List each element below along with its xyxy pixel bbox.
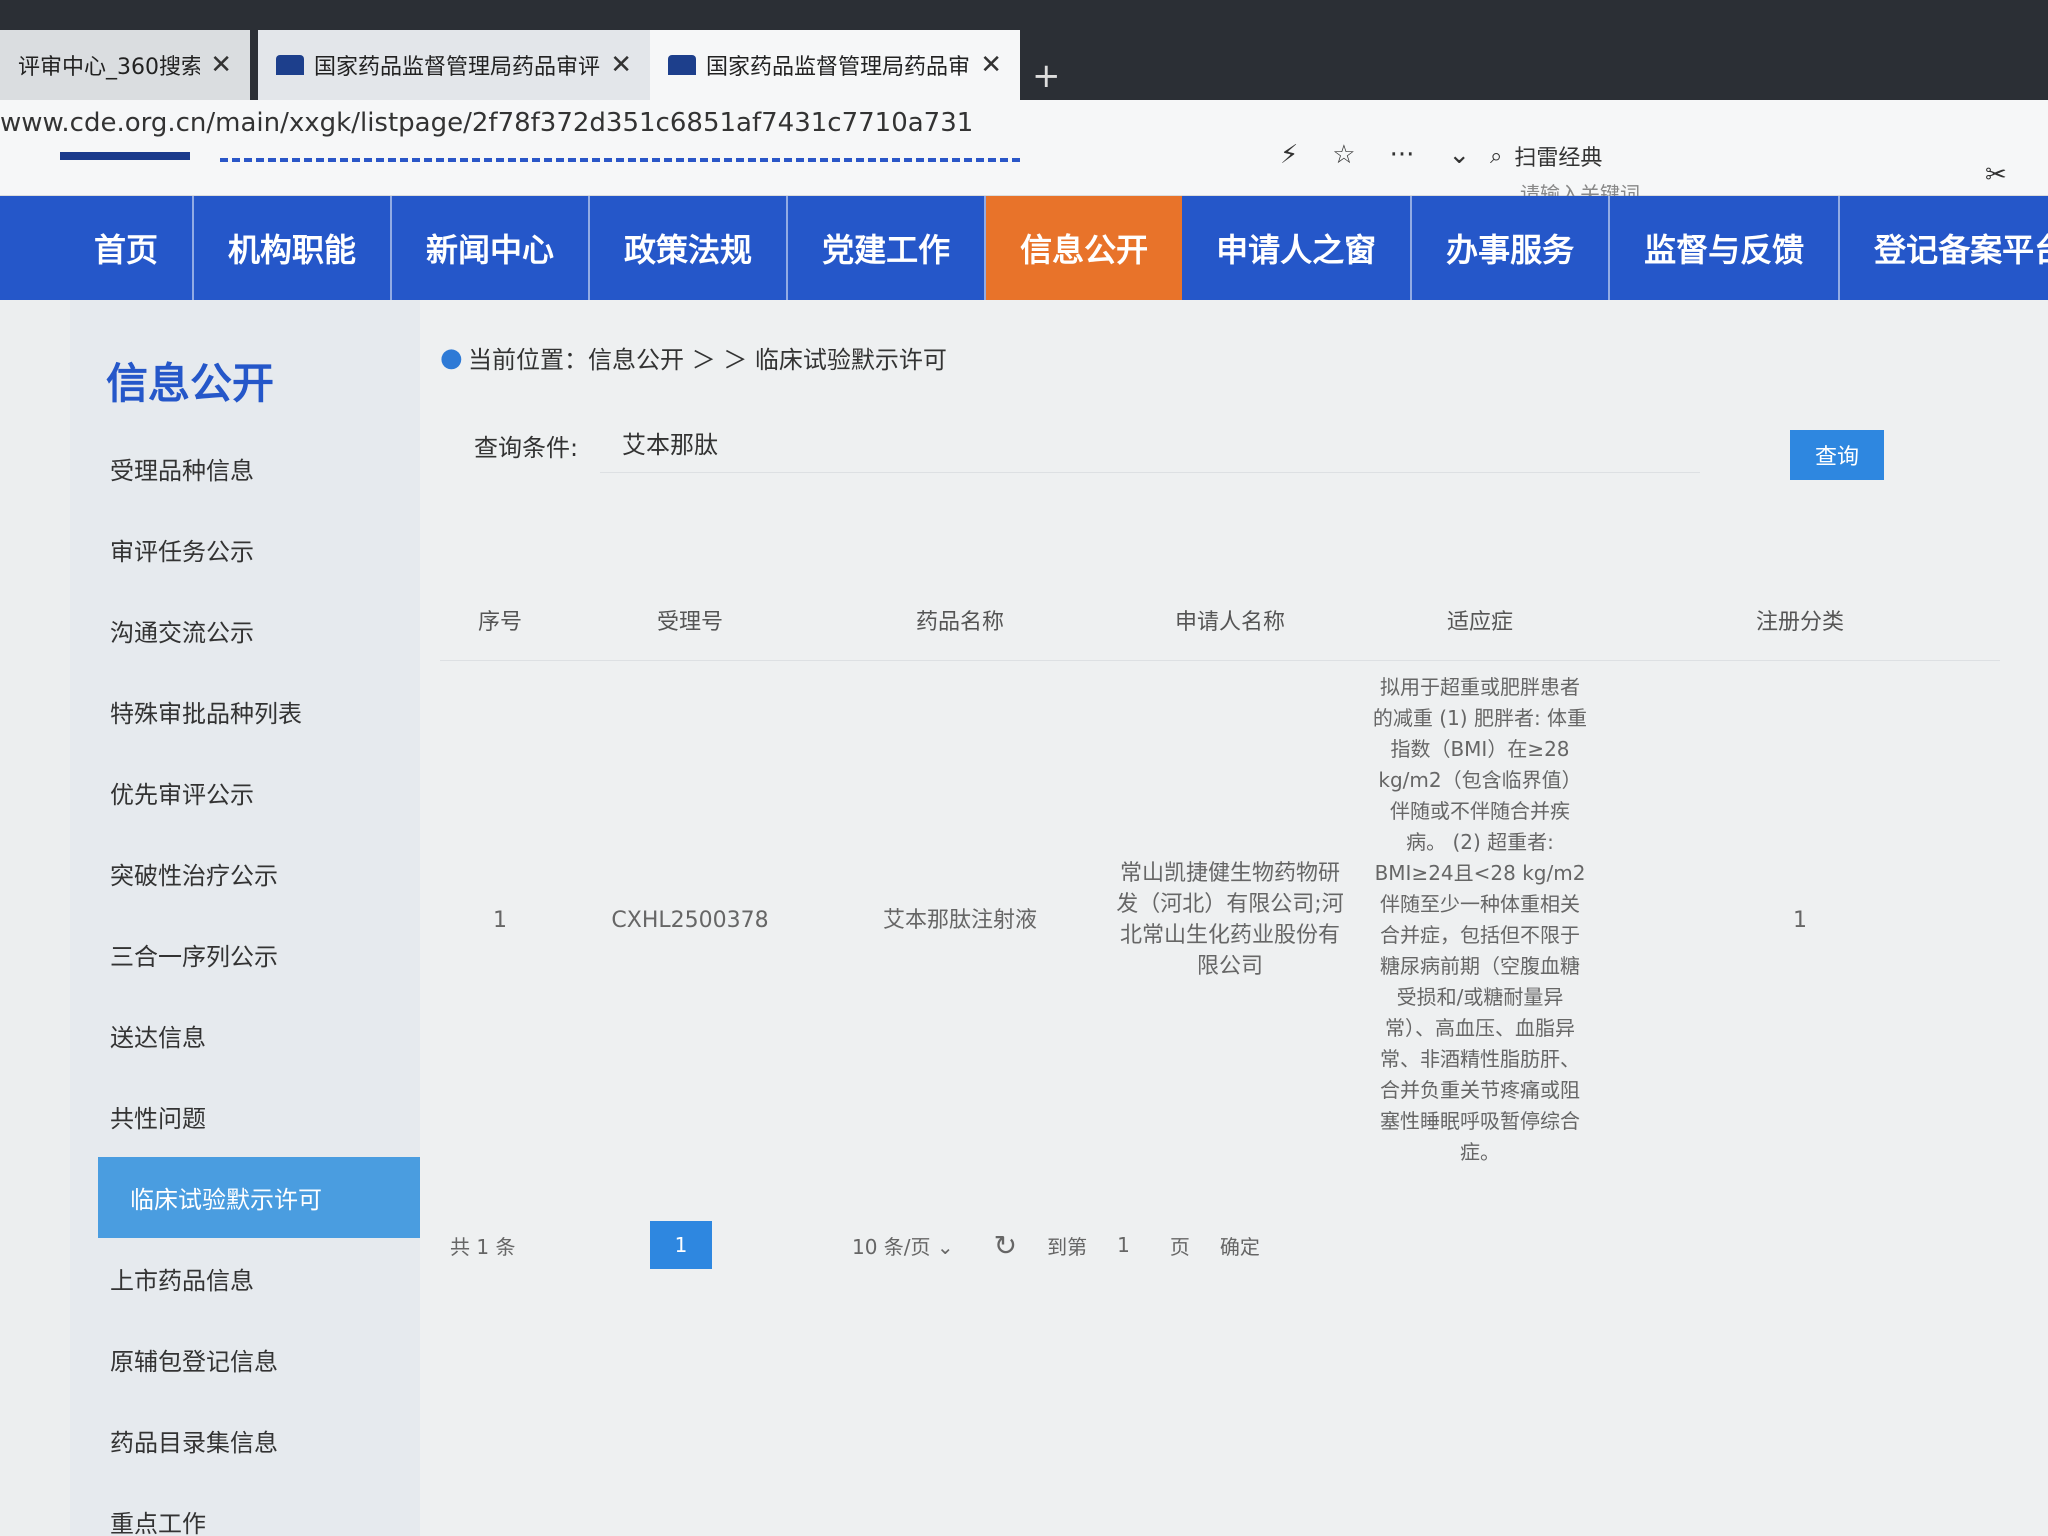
refresh-icon[interactable]: ↻: [994, 1229, 1017, 1262]
page-size-value: 10 条/页: [852, 1234, 931, 1259]
nav-feedback[interactable]: 监督与反馈: [1610, 196, 1841, 300]
tab-close-icon[interactable]: ✕: [610, 50, 632, 80]
browser-tabstrip: 评审中心_360搜索 ✕ 国家药品监督管理局药品审评 ✕ 国家药品监督管理局药品…: [0, 0, 2048, 100]
main-nav: 首页 机构职能 新闻中心 政策法规 党建工作 信息公开 申请人之窗 办事服务 监…: [0, 196, 2048, 300]
sidebar-item[interactable]: 原辅包登记信息: [70, 1319, 420, 1400]
col-header-index: 序号: [440, 580, 560, 661]
location-pin-icon: ●: [440, 342, 463, 373]
address-bar-icons: ⚡ ☆ ··· ⌄: [1280, 140, 1470, 170]
tab-title: 国家药品监督管理局药品审评: [706, 55, 971, 80]
sidebar-item[interactable]: 共性问题: [70, 1076, 420, 1157]
sidebar-item[interactable]: 优先审评公示: [70, 752, 420, 833]
url-field[interactable]: www.cde.org.cn/main/xxgk/listpage/2f78f3…: [0, 108, 973, 138]
col-header-reg-class: 注册分类: [1600, 580, 2000, 661]
tab-title: 评审中心_360搜索: [18, 55, 201, 80]
table-row: 1 CXHL2500378 艾本那肽注射液 常山凯捷健生物药物研发（河北）有限公…: [440, 660, 2000, 1180]
site-favicon-icon: [276, 55, 304, 75]
sidebar-item[interactable]: 重点工作: [70, 1481, 420, 1536]
site-logo-bar: [60, 152, 190, 160]
cell-accept-no: CXHL2500378: [611, 907, 769, 933]
nav-policy[interactable]: 政策法规: [590, 196, 789, 300]
page-unit-label: 页: [1169, 1234, 1190, 1259]
tab-close-icon[interactable]: ✕: [980, 50, 1002, 80]
sidebar-item[interactable]: 特殊审批品种列表: [70, 671, 420, 752]
breadcrumb-text: 当前位置：信息公开 ＞ ＞ 临床试验默示许可: [468, 346, 947, 374]
col-header-indication: 适应症: [1360, 580, 1600, 661]
col-header-accept-no: 受理号: [560, 580, 820, 661]
sidebar: 信息公开 受理品种信息 审评任务公示 沟通交流公示 特殊审批品种列表 优先审评公…: [70, 300, 420, 1536]
address-bar: www.cde.org.cn/main/xxgk/listpage/2f78f3…: [0, 100, 2048, 196]
browser-search-text: 扫雷经典: [1514, 146, 1603, 171]
more-icon[interactable]: ···: [1390, 140, 1415, 170]
browser-tab-2[interactable]: 国家药品监督管理局药品审评 ✕: [258, 30, 650, 100]
nav-organization[interactable]: 机构职能: [194, 196, 393, 300]
tab-close-icon[interactable]: ✕: [210, 50, 232, 80]
browser-search-box[interactable]: ⌕ 扫雷经典: [1490, 140, 1602, 172]
lightning-icon[interactable]: ⚡: [1280, 140, 1298, 170]
sidebar-item[interactable]: 突破性治疗公示: [70, 833, 420, 914]
cell-index: 1: [493, 907, 507, 933]
site-banner-decoration: [220, 158, 1020, 162]
scissors-icon[interactable]: ✂: [1985, 160, 2007, 190]
sidebar-item[interactable]: 药品目录集信息: [70, 1400, 420, 1481]
sidebar-title: 信息公开: [106, 359, 275, 408]
query-input[interactable]: [600, 417, 1700, 473]
nav-news[interactable]: 新闻中心: [392, 196, 591, 300]
main-content: ● 当前位置：信息公开 ＞ ＞ 临床试验默示许可 查询条件: 查询 序号 受理号…: [420, 300, 2048, 1536]
nav-services[interactable]: 办事服务: [1412, 196, 1611, 300]
nav-party[interactable]: 党建工作: [788, 196, 987, 300]
sidebar-item[interactable]: 送达信息: [70, 995, 420, 1076]
cell-applicant: 常山凯捷健生物药物研发（河北）有限公司;河北常山生化药业股份有限公司: [1116, 861, 1344, 980]
sidebar-item[interactable]: 受理品种信息: [70, 428, 420, 509]
breadcrumb: ● 当前位置：信息公开 ＞ ＞ 临床试验默示许可: [440, 340, 947, 375]
search-icon: ⌕: [1490, 143, 1503, 169]
new-tab-icon[interactable]: +: [1032, 56, 1061, 96]
result-table: 序号 受理号 药品名称 申请人名称 适应症 注册分类 1 CXHL2500378…: [440, 580, 2000, 1180]
cell-drug-name: 艾本那肽注射液: [882, 907, 1037, 933]
nav-info-public[interactable]: 信息公开: [986, 196, 1183, 300]
total-count: 共 1 条: [450, 1234, 516, 1259]
cell-reg-class: 1: [1793, 907, 1807, 933]
query-label: 查询条件:: [474, 433, 579, 462]
sidebar-item[interactable]: 审评任务公示: [70, 509, 420, 590]
nav-applicant[interactable]: 申请人之窗: [1182, 196, 1413, 300]
goto-label: 到第: [1047, 1234, 1088, 1259]
col-header-drug-name: 药品名称: [820, 580, 1100, 661]
browser-tab-1[interactable]: 评审中心_360搜索 ✕: [0, 30, 250, 100]
tab-title: 国家药品监督管理局药品审评: [314, 55, 601, 80]
table-header-row: 序号 受理号 药品名称 申请人名称 适应症 注册分类: [440, 580, 2000, 661]
sidebar-item[interactable]: 三合一序列公示: [70, 914, 420, 995]
confirm-button[interactable]: 确定: [1220, 1231, 1260, 1260]
goto-page-input[interactable]: 1: [1117, 1233, 1130, 1257]
chevron-down-icon[interactable]: ⌄: [1448, 140, 1470, 170]
query-button[interactable]: 查询: [1790, 430, 1884, 480]
star-icon[interactable]: ☆: [1332, 140, 1355, 170]
chevron-down-icon: ⌄: [936, 1234, 954, 1259]
browser-tab-3-active[interactable]: 国家药品监督管理局药品审评 ✕: [650, 30, 1020, 100]
col-header-applicant: 申请人名称: [1100, 580, 1360, 661]
site-favicon-icon: [668, 55, 696, 75]
sidebar-item[interactable]: 上市药品信息: [70, 1238, 420, 1319]
cell-indication: 拟用于超重或肥胖患者的减重 (1) 肥胖者: 体重指数（BMI）在≥28 kg/…: [1372, 675, 1588, 1165]
sidebar-item-clinical-trial[interactable]: 临床试验默示许可: [98, 1157, 420, 1238]
pagination: 共 1 条 1 10 条/页 ⌄ ↻ 到第 1 页 确定: [450, 1220, 1450, 1270]
page-size-select[interactable]: 10 条/页 ⌄: [852, 1231, 954, 1260]
nav-registration[interactable]: 登记备案平台: [1840, 196, 2048, 300]
query-row: 查询条件:: [440, 410, 2000, 480]
page-button-current[interactable]: 1: [650, 1221, 712, 1269]
nav-home[interactable]: 首页: [60, 196, 195, 300]
sidebar-item[interactable]: 沟通交流公示: [70, 590, 420, 671]
